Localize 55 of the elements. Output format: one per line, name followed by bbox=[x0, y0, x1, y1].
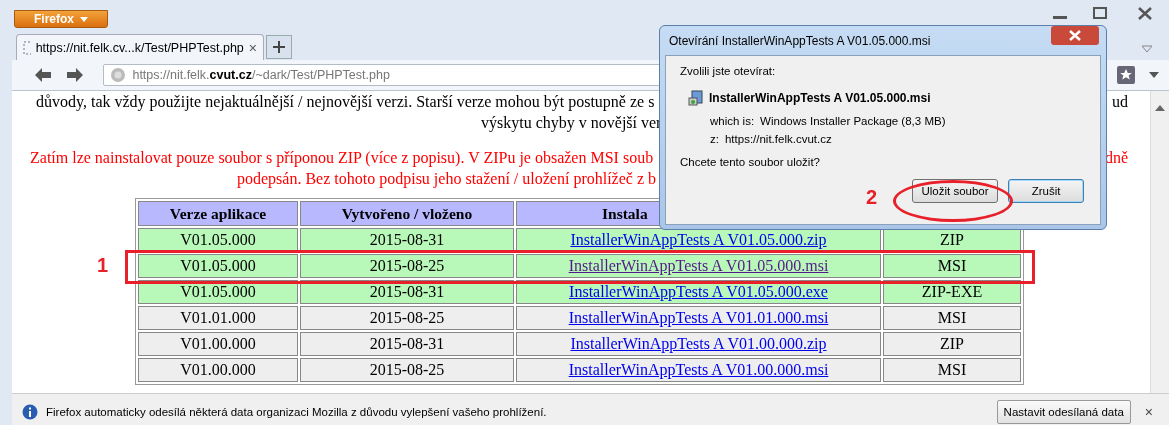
back-icon[interactable] bbox=[34, 67, 52, 83]
dialog-question: Chcete tento soubor uložit? bbox=[680, 156, 821, 168]
table-cell: MSI bbox=[937, 309, 967, 326]
tab-close-button[interactable]: × bbox=[248, 39, 257, 56]
file-type: Windows Installer Package (8,3 MB) bbox=[760, 115, 946, 127]
dialog-title: Otevírání InstallerWinAppTests A V01.05.000.msi bbox=[669, 33, 931, 48]
table-cell: V01.05.000 bbox=[180, 283, 256, 300]
table-cell: MSI bbox=[937, 361, 967, 378]
annotation-label: 1 bbox=[97, 254, 109, 277]
table-cell: MSI bbox=[937, 257, 967, 274]
field-label: z: bbox=[710, 133, 719, 145]
installer-icon bbox=[688, 90, 704, 106]
caret-icon[interactable] bbox=[1149, 72, 1159, 78]
table-cell: 2015-08-31 bbox=[369, 231, 445, 248]
table-cell: ZIP bbox=[940, 231, 964, 248]
table-cell: ZIP-EXE bbox=[921, 283, 983, 300]
paragraph-text: Zatím lze nainstalovat pouze soubor s příponou ZIP (více z popisu). V ZIPu je obsažen MSI soub bbox=[30, 149, 654, 166]
paragraph-text: výskytu chyby v novější ver bbox=[481, 114, 662, 131]
paragraph-text: ud bbox=[1112, 92, 1128, 112]
table-cell: V01.01.000 bbox=[180, 309, 256, 326]
file-name: InstallerWinAppTests A V01.05.000.msi bbox=[709, 91, 931, 105]
column-header: Verze aplikace bbox=[138, 201, 298, 226]
table-cell: V01.05.000 bbox=[180, 257, 256, 274]
table-cell: 2015-08-31 bbox=[369, 335, 445, 352]
table-cell: 2015-08-25 bbox=[369, 257, 445, 274]
page-icon bbox=[23, 40, 31, 55]
dropdown-icon[interactable] bbox=[1141, 45, 1153, 53]
bookmark-icon[interactable] bbox=[1117, 66, 1136, 84]
file-source: https://nit.felk.cvut.cz bbox=[724, 133, 832, 145]
close-icon[interactable] bbox=[1051, 26, 1099, 45]
close-button[interactable]: × bbox=[1144, 403, 1153, 420]
table-cell: 2015-08-31 bbox=[369, 283, 445, 300]
paragraph-text: podepsán. Bez tohoto podpisu jeho stažení / uložení prohlížeč z b bbox=[237, 170, 656, 187]
dialog-button[interactable]: Zrušit bbox=[1008, 179, 1084, 203]
field-label: which is: bbox=[710, 115, 755, 127]
dialog-button[interactable]: Uložit soubor bbox=[912, 179, 998, 203]
info-icon bbox=[22, 403, 38, 420]
table-cell: 2015-08-25 bbox=[369, 361, 445, 378]
scroll-up-icon[interactable] bbox=[1155, 105, 1165, 111]
globe-icon bbox=[110, 67, 127, 83]
table-cell: V01.00.000 bbox=[180, 361, 256, 378]
scrollbar[interactable] bbox=[1150, 91, 1169, 393]
table-cell: 2015-08-25 bbox=[369, 309, 445, 326]
forward-icon[interactable] bbox=[65, 67, 84, 83]
data-settings-button[interactable]: Nastavit odesílaná data bbox=[996, 399, 1131, 424]
column-header: Vytvořeno / vloženo bbox=[300, 201, 514, 226]
caret-icon bbox=[80, 16, 88, 22]
table-cell: V01.05.000 bbox=[180, 231, 256, 248]
dialog-prompt: Zvolili jste otevírat: bbox=[680, 65, 777, 77]
table-cell: V01.00.000 bbox=[180, 335, 256, 352]
notification-text: Firefox automaticky odesílá některá data organizaci Mozilla z důvodu vylepšení vašeho prohlížení. bbox=[46, 405, 548, 418]
new-tab-icon[interactable] bbox=[266, 35, 292, 59]
paragraph-text: důvody, tak vždy použijte nejaktuálnější / nejnovější verzi. Starší verze mohou být postupně ze s bbox=[36, 93, 655, 110]
table-cell: ZIP bbox=[940, 335, 964, 352]
browser-tab[interactable]: https://nit.felk.cv...k/Test/PHPTest.php × bbox=[16, 34, 264, 60]
